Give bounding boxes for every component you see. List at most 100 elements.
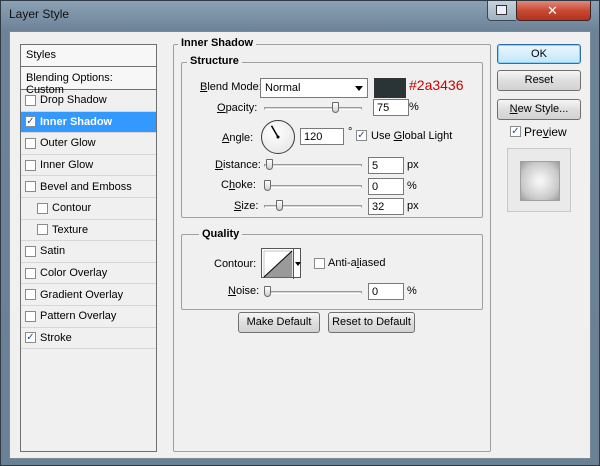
style-checkbox[interactable] <box>25 137 36 149</box>
distance-slider-track[interactable] <box>264 164 362 167</box>
style-item-label: Bevel and Emboss <box>40 180 132 193</box>
style-checkbox[interactable] <box>37 202 48 214</box>
restore-button[interactable] <box>487 1 516 21</box>
new-style-button[interactable]: New Style... <box>497 99 581 120</box>
blending-options-item[interactable]: Blending Options: Custom <box>21 67 156 96</box>
style-item-satin[interactable]: Satin <box>21 241 156 263</box>
reset-button[interactable]: Reset <box>497 70 581 91</box>
angle-input[interactable] <box>300 128 344 145</box>
style-item-inner-glow[interactable]: Inner Glow <box>21 155 156 177</box>
style-item-label: Pattern Overlay <box>40 310 117 323</box>
contour-label: Contour: <box>214 258 257 270</box>
distance-slider-thumb[interactable] <box>265 159 273 170</box>
size-input[interactable] <box>368 198 404 215</box>
choke-slider-track[interactable] <box>264 185 362 188</box>
style-item-label: Color Overlay <box>40 267 108 280</box>
styles-header[interactable]: Styles <box>21 45 156 67</box>
chevron-down-icon <box>355 86 363 91</box>
opacity-label: Opacity: <box>217 102 258 114</box>
noise-unit: % <box>407 285 417 297</box>
blend-mode-select[interactable]: Normal <box>260 78 368 98</box>
style-item-label: Gradient Overlay <box>40 288 124 301</box>
make-default-button[interactable]: Make Default <box>238 312 320 333</box>
choke-unit: % <box>407 180 417 192</box>
style-checkbox[interactable]: ✓ <box>25 116 36 128</box>
shadow-color-swatch[interactable] <box>374 78 406 98</box>
style-checkbox[interactable] <box>25 94 36 106</box>
opacity-input[interactable] <box>373 99 409 116</box>
window-title: Layer Style <box>9 7 70 21</box>
use-global-light-checkbox[interactable]: ✓ <box>356 130 367 141</box>
style-checkbox[interactable] <box>25 267 36 279</box>
angle-unit: ° <box>348 126 353 138</box>
style-item-label: Contour <box>52 202 92 215</box>
contour-preview-icon <box>263 249 301 279</box>
blend-mode-value: Normal <box>265 82 301 94</box>
style-item-label: Inner Glow <box>40 159 94 172</box>
style-item-label: Inner Shadow <box>40 115 113 128</box>
style-checkbox[interactable]: ✓ <box>25 332 36 344</box>
quality-group <box>181 234 483 310</box>
style-item-label: Drop Shadow <box>40 94 107 107</box>
style-item-bevel-and-emboss[interactable]: Bevel and Emboss <box>21 176 156 198</box>
style-item-label: Texture <box>52 223 89 236</box>
style-checkbox[interactable] <box>25 245 36 257</box>
style-item-outer-glow[interactable]: Outer Glow <box>21 133 156 155</box>
noise-slider-track[interactable] <box>264 291 362 294</box>
opacity-slider-track[interactable] <box>264 107 362 110</box>
style-preview-thumbnail <box>507 148 571 212</box>
contour-picker[interactable] <box>261 248 301 279</box>
style-item-label: Outer Glow <box>40 137 96 150</box>
close-button[interactable]: ✕ <box>516 1 591 21</box>
style-item-gradient-overlay[interactable]: Gradient Overlay <box>21 284 156 306</box>
choke-label: Choke: <box>221 179 256 191</box>
layer-style-dialog: Layer Style ✕ Styles Blending Options: C… <box>0 0 600 466</box>
styles-list: Styles Blending Options: Custom Drop Sha… <box>20 44 157 452</box>
style-checkbox[interactable] <box>37 224 48 236</box>
style-item-contour[interactable]: Contour <box>21 198 156 220</box>
reset-to-default-button[interactable]: Reset to Default <box>328 312 415 333</box>
title-bar[interactable]: Layer Style ✕ <box>1 1 599 29</box>
style-checkbox[interactable] <box>25 181 36 193</box>
style-item-label: Stroke <box>40 331 72 344</box>
restore-icon <box>496 5 507 15</box>
use-global-light-label[interactable]: Use Global Light <box>371 130 452 142</box>
style-item-inner-shadow[interactable]: ✓ Inner Shadow <box>21 111 156 134</box>
dialog-body: Styles Blending Options: Custom Drop Sha… <box>9 31 591 459</box>
anti-aliased-label[interactable]: Anti-aliased <box>328 257 386 269</box>
preview-label[interactable]: Preview <box>524 125 567 139</box>
angle-label: Angle: <box>222 132 254 144</box>
close-icon: ✕ <box>547 3 558 18</box>
distance-label: Distance: <box>215 159 261 171</box>
choke-input[interactable] <box>368 178 404 195</box>
size-slider-thumb[interactable] <box>275 200 283 211</box>
choke-slider-thumb[interactable] <box>264 180 271 191</box>
inner-shadow-title: Inner Shadow <box>178 37 257 49</box>
style-item-stroke[interactable]: ✓ Stroke <box>21 328 156 350</box>
style-item-texture[interactable]: Texture <box>21 220 156 242</box>
opacity-unit: % <box>409 101 419 113</box>
shadow-color-hex: #2a3436 <box>409 77 464 93</box>
style-checkbox[interactable] <box>25 159 36 171</box>
opacity-slider-thumb[interactable] <box>332 102 340 113</box>
size-label: Size: <box>234 200 259 212</box>
style-item-label: Satin <box>40 245 66 258</box>
style-checkbox[interactable] <box>25 289 36 301</box>
angle-dial[interactable] <box>261 120 295 154</box>
ok-button[interactable]: OK <box>497 44 581 64</box>
style-checkbox[interactable] <box>25 310 36 322</box>
blend-mode-label: Blend Mode: <box>200 81 262 93</box>
distance-unit: px <box>407 159 419 171</box>
noise-input[interactable] <box>368 283 404 300</box>
noise-slider-thumb[interactable] <box>264 286 271 297</box>
angle-dial-needle <box>270 125 280 139</box>
structure-title: Structure <box>187 55 242 67</box>
preview-checkbox[interactable]: ✓ <box>510 126 521 137</box>
distance-input[interactable] <box>368 157 404 174</box>
quality-title: Quality <box>199 228 243 240</box>
style-item-pattern-overlay[interactable]: Pattern Overlay <box>21 306 156 328</box>
style-item-color-overlay[interactable]: Color Overlay <box>21 263 156 285</box>
style-preview-swatch <box>520 161 560 201</box>
noise-label: Noise: <box>228 285 260 297</box>
anti-aliased-checkbox[interactable] <box>314 258 325 269</box>
